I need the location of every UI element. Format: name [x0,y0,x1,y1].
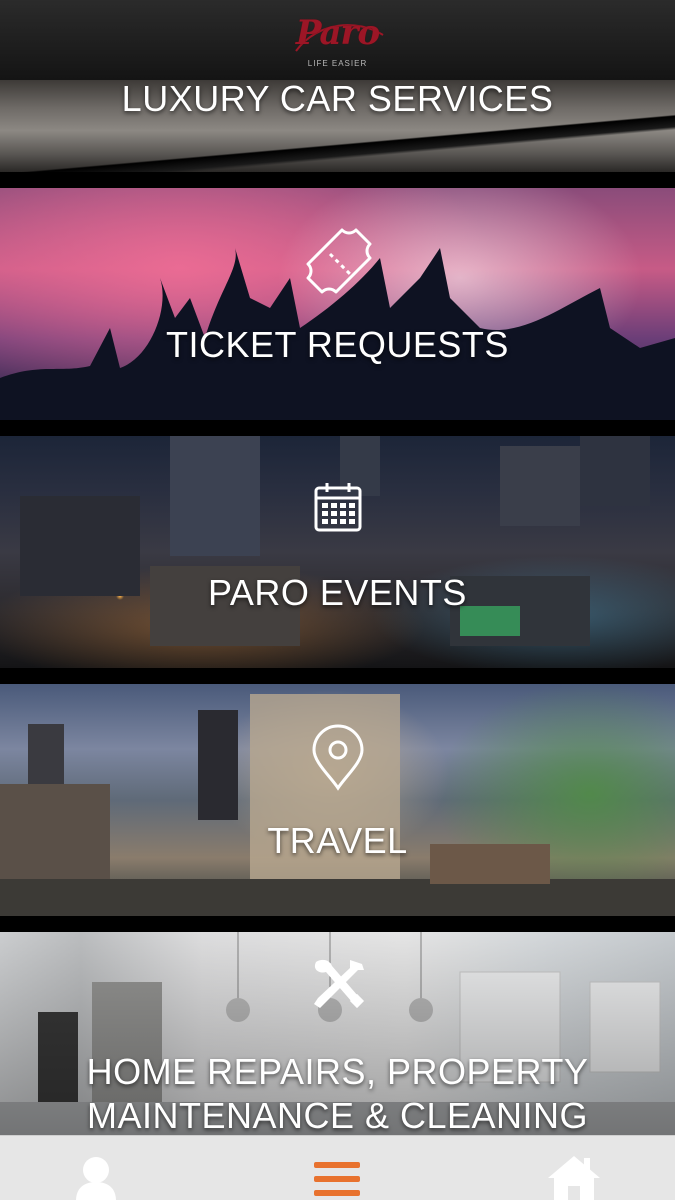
tile-background-image [0,188,675,420]
menu-icon [314,1162,360,1196]
location-pin-icon [310,724,366,797]
tile-background-image [0,684,675,916]
tile-background-image [0,436,675,668]
tile-label: LUXURY CAR SERVICES [121,80,554,119]
tile-label: TICKET REQUESTS [166,324,509,365]
tile-label: TRAVEL [267,820,408,861]
app-header: Paro LIFE EASIER [0,0,675,80]
tab-home[interactable] [514,1136,634,1200]
tile-paro-events[interactable]: PARO EVENTS [0,436,675,668]
tile-label: PARO EVENTS [208,572,467,613]
paro-logo: Paro LIFE EASIER [278,7,398,73]
logo-text: Paro [295,13,380,53]
tab-profile[interactable] [36,1136,156,1200]
ticket-icon [302,226,374,303]
home-icon [548,1156,600,1200]
tile-ticket-requests[interactable]: TICKET REQUESTS [0,188,675,420]
profile-icon [76,1157,116,1200]
logo-tagline: LIFE EASIER [307,59,368,68]
app-screen: Paro LIFE EASIER LUXURY CAR SERVICES TIC… [0,0,675,1200]
tools-icon [310,958,366,1015]
tile-home-repairs[interactable]: HOME REPAIRS, PROPERTY MAINTENANCE & CLE… [0,932,675,1135]
tile-luxury-car-services[interactable]: LUXURY CAR SERVICES [0,80,675,172]
bottom-tab-bar [0,1135,675,1200]
calendar-icon [313,480,363,539]
tab-menu[interactable] [277,1136,397,1200]
tile-travel[interactable]: TRAVEL [0,684,675,916]
tile-label: HOME REPAIRS, PROPERTY MAINTENANCE & CLE… [86,1051,589,1135]
